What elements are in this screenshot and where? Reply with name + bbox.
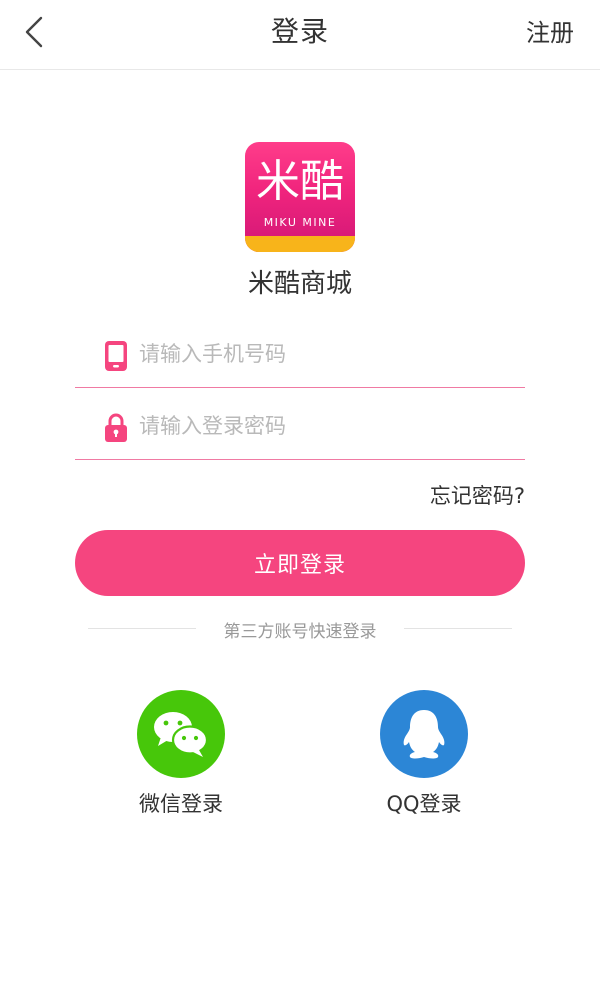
- wechat-login-label: 微信登录: [139, 792, 223, 816]
- qq-penguin-icon: [403, 710, 445, 759]
- password-field: [75, 394, 525, 460]
- app-name: 米酷商城: [247, 269, 352, 299]
- wechat-login-button[interactable]: 微信登录: [121, 690, 241, 818]
- wechat-icon: [154, 712, 209, 757]
- qq-login-label: QQ登录: [386, 792, 462, 816]
- forgot-password-link[interactable]: 忘记密码?: [430, 480, 525, 510]
- page-title: 登录: [270, 15, 329, 48]
- logo-text-cn: 米酷: [256, 156, 344, 207]
- logo-band: [245, 236, 355, 252]
- wechat-icon-circle: [137, 690, 225, 778]
- divider-line-right: [404, 628, 512, 629]
- top-bar: 登录 注册: [0, 0, 600, 70]
- register-link[interactable]: 注册: [526, 13, 574, 48]
- phone-field: [75, 322, 525, 388]
- third-party-divider-text: 第三方账号快速登录: [223, 622, 377, 642]
- login-page: 登录 注册 米酷 MIKU MINE 米酷商城 忘记密码? 立即登录 第三方账号…: [0, 0, 600, 1000]
- password-input[interactable]: [139, 408, 509, 444]
- qq-login-button[interactable]: QQ登录: [364, 690, 484, 818]
- phone-icon: [105, 341, 127, 371]
- phone-input[interactable]: [139, 336, 509, 372]
- login-button[interactable]: 立即登录: [75, 530, 525, 596]
- lock-icon: [105, 413, 127, 442]
- logo-text-en: MIKU MINE: [263, 216, 337, 229]
- app-logo: 米酷 MIKU MINE: [245, 142, 355, 252]
- qq-icon-circle: [380, 690, 468, 778]
